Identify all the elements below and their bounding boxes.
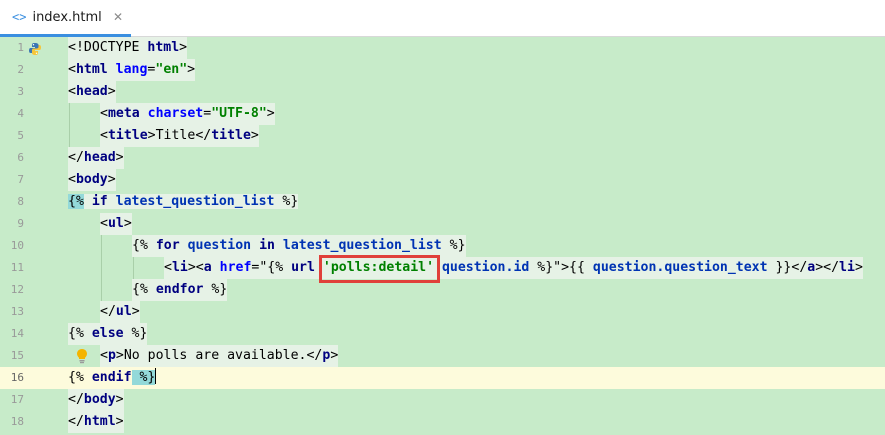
python-icon[interactable] bbox=[28, 41, 42, 60]
code-text: {% endfor %} bbox=[132, 279, 228, 301]
code-line: 10 {% for question in latest_question_li… bbox=[0, 235, 885, 257]
code-text: {% for question in latest_question_list … bbox=[132, 235, 466, 257]
code-line: 12 {% endfor %} bbox=[0, 279, 885, 301]
code-text: </ul> bbox=[100, 301, 140, 323]
editor-tab-bar: <> index.html ✕ bbox=[0, 0, 885, 37]
code-text: <ul> bbox=[100, 213, 132, 235]
html-file-icon: <> bbox=[12, 10, 27, 24]
code-line: 7 <body> bbox=[0, 169, 885, 191]
text-cursor bbox=[155, 368, 157, 384]
line-number: 16 bbox=[10, 371, 24, 384]
line-number: 17 bbox=[10, 393, 24, 406]
code-line: 13 </ul> bbox=[0, 301, 885, 323]
line-number: 8 bbox=[17, 195, 24, 208]
code-line: 11 <li><a href="{% url 'polls:detail' qu… bbox=[0, 257, 885, 279]
code-line: 9 <ul> bbox=[0, 213, 885, 235]
code-text: </body> bbox=[68, 389, 124, 411]
code-text: <head> bbox=[68, 81, 116, 103]
code-text: <li><a href="{% url 'polls:detail' quest… bbox=[164, 257, 863, 279]
line-number: 5 bbox=[17, 129, 24, 142]
code-line: 2 <html lang="en"> bbox=[0, 59, 885, 81]
code-editor[interactable]: 1 <!DOCTYPE html> 2 <html lang="en"> 3 <… bbox=[0, 37, 885, 435]
code-line: 4 <meta charset="UTF-8"> bbox=[0, 103, 885, 125]
line-number: 9 bbox=[17, 217, 24, 230]
code-text: {% endif %} bbox=[68, 368, 157, 385]
tab-title: index.html bbox=[32, 9, 102, 25]
code-line: 1 <!DOCTYPE html> bbox=[0, 37, 885, 59]
line-number: 14 bbox=[10, 327, 24, 340]
code-text: <body> bbox=[68, 169, 116, 191]
close-icon[interactable]: ✕ bbox=[113, 10, 123, 24]
code-line: 15 <p>No polls are available.</p> bbox=[0, 345, 885, 367]
line-number: 15 bbox=[10, 349, 24, 362]
line-number: 10 bbox=[10, 239, 24, 252]
code-text: </html> bbox=[68, 411, 124, 433]
code-line-current: 16 {% endif %} bbox=[0, 367, 885, 389]
code-line: 17 </body> bbox=[0, 389, 885, 411]
code-text: <meta charset="UTF-8"> bbox=[100, 103, 275, 125]
code-text: <p>No polls are available.</p> bbox=[100, 345, 339, 367]
code-line: 8 {% if latest_question_list %} bbox=[0, 191, 885, 213]
line-number: 7 bbox=[17, 173, 24, 186]
line-number: 3 bbox=[17, 85, 24, 98]
code-line: 18 </html> bbox=[0, 411, 885, 433]
code-text: <title>Title</title> bbox=[100, 125, 259, 147]
code-text: <html lang="en"> bbox=[68, 59, 196, 81]
highlight-annotation-box bbox=[319, 255, 440, 283]
line-number: 4 bbox=[17, 107, 24, 120]
line-number: 12 bbox=[10, 283, 24, 296]
code-text: {% else %} bbox=[68, 323, 148, 345]
code-line: 5 <title>Title</title> bbox=[0, 125, 885, 147]
code-text: {% if latest_question_list %} bbox=[68, 194, 299, 209]
line-number: 2 bbox=[17, 63, 24, 76]
tab-index-html[interactable]: <> index.html ✕ bbox=[0, 0, 131, 37]
line-number: 18 bbox=[10, 415, 24, 428]
code-line: 14 {% else %} bbox=[0, 323, 885, 345]
code-line: 3 <head> bbox=[0, 81, 885, 103]
line-number: 13 bbox=[10, 305, 24, 318]
line-number: 6 bbox=[17, 151, 24, 164]
code-text: <!DOCTYPE html> bbox=[68, 37, 188, 59]
line-number: 1 bbox=[17, 41, 24, 54]
code-text: </head> bbox=[68, 147, 124, 169]
code-line: 6 </head> bbox=[0, 147, 885, 169]
lightbulb-icon[interactable] bbox=[76, 348, 88, 368]
line-number: 11 bbox=[10, 261, 24, 274]
